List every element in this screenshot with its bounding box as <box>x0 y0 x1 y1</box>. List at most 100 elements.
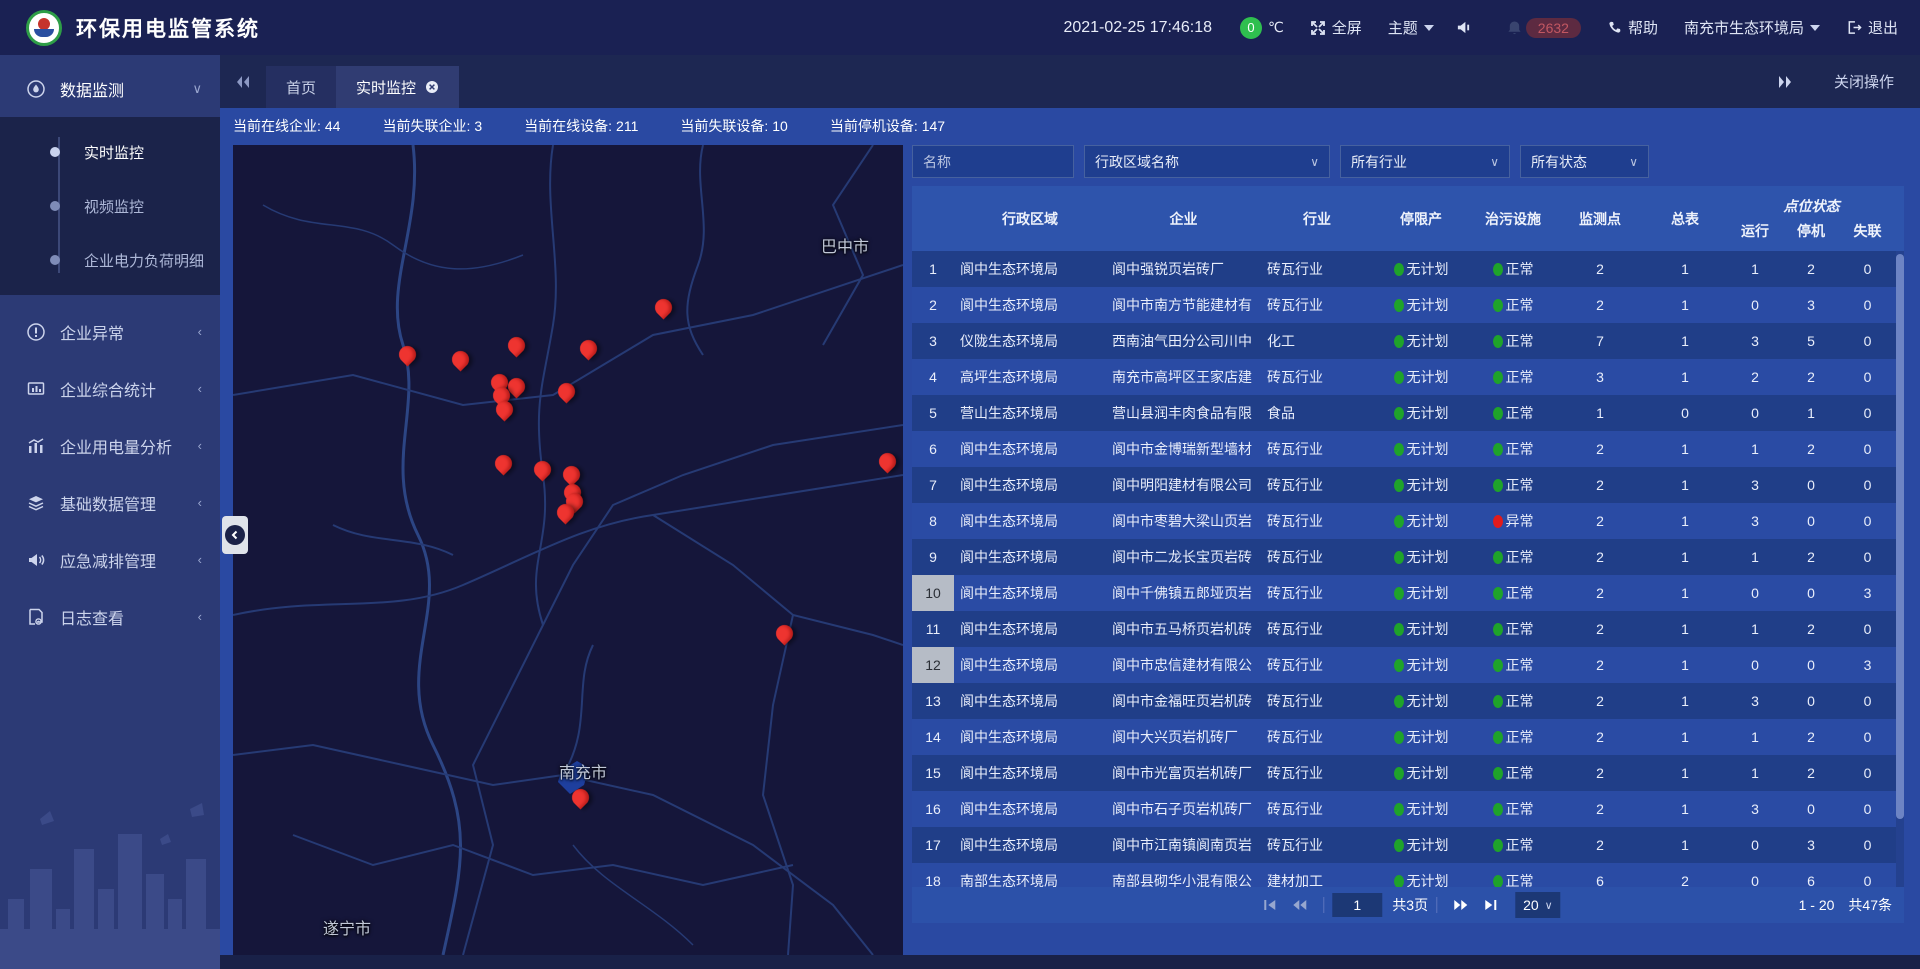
monitor-points-cell: 2 <box>1557 693 1643 709</box>
table-row[interactable]: 12阆中生态环境局阆中市忠信建材有限公砖瓦行业无计划正常21003 <box>912 647 1904 683</box>
tab-实时监控[interactable]: 实时监控 <box>336 66 459 108</box>
last-page-button[interactable] <box>1483 898 1498 912</box>
map-city-label: 遂宁市 <box>323 915 371 939</box>
help-button[interactable]: 帮助 <box>1607 17 1658 38</box>
logout-button[interactable]: 退出 <box>1846 17 1898 38</box>
table-row[interactable]: 18南部生态环境局南部县砌华小混有限公建材加工无计划正常62060 <box>912 863 1904 887</box>
industry-cell: 砖瓦行业 <box>1261 727 1373 747</box>
first-page-button[interactable] <box>1262 898 1277 912</box>
org-dropdown[interactable]: 南充市生态环境局 <box>1684 17 1820 38</box>
sidebar-item-3[interactable]: 企业用电量分析‹ <box>0 417 220 474</box>
sidebar-item-label: 日志查看 <box>60 605 124 629</box>
stopped-count-cell: 3 <box>1783 297 1839 313</box>
status-filter-select[interactable]: 所有状态 ∨ <box>1520 145 1649 178</box>
company-cell: 南充市高坪区王家店建 <box>1106 367 1261 387</box>
sidebar-item-label: 企业异常 <box>60 320 124 344</box>
tab-label: 首页 <box>286 77 316 98</box>
stopped-count-cell: 0 <box>1783 693 1839 709</box>
total-meters-cell: 1 <box>1643 441 1727 457</box>
table-row[interactable]: 10阆中生态环境局阆中千佛镇五郎垭页岩砖瓦行业无计划正常21003 <box>912 575 1904 611</box>
row-index-cell: 18 <box>912 863 954 887</box>
company-cell: 阆中强锐页岩砖厂 <box>1106 259 1261 279</box>
double-chevron-right-icon[interactable] <box>1776 74 1794 90</box>
limit-status-label: 无计划 <box>1407 403 1449 423</box>
facility-status-label: 正常 <box>1506 295 1534 315</box>
sidebar-item-4[interactable]: 基础数据管理‹ <box>0 474 220 531</box>
scrollbar-thumb[interactable] <box>1896 254 1904 819</box>
limit-status-label: 无计划 <box>1407 439 1449 459</box>
chevron-down-icon: ∨ <box>1476 155 1499 169</box>
map-panel[interactable]: 巴中市南充市遂宁市 <box>233 145 903 955</box>
running-count-cell: 1 <box>1727 261 1783 277</box>
company-cell: 阆中千佛镇五郎垭页岩 <box>1106 583 1261 603</box>
next-page-button[interactable] <box>1452 898 1469 912</box>
table-row[interactable]: 13阆中生态环境局阆中市金福旺页岩机砖砖瓦行业无计划正常21300 <box>912 683 1904 719</box>
table-row[interactable]: 6阆中生态环境局阆中市金博瑞新型墙材砖瓦行业无计划正常21120 <box>912 431 1904 467</box>
table-row[interactable]: 17阆中生态环境局阆中市江南镇阆南页岩砖瓦行业无计划正常21030 <box>912 827 1904 863</box>
first-page-icon <box>1262 898 1277 912</box>
monitor-points-cell: 2 <box>1557 585 1643 601</box>
table-row[interactable]: 7阆中生态环境局阆中明阳建材有限公司砖瓦行业无计划正常21300 <box>912 467 1904 503</box>
sound-toggle[interactable] <box>1456 20 1477 35</box>
table-row[interactable]: 14阆中生态环境局阆中大兴页岩机砖厂砖瓦行业无计划正常21120 <box>912 719 1904 755</box>
tab-首页[interactable]: 首页 <box>266 66 336 108</box>
stat-value: 3 <box>474 118 482 134</box>
table-row[interactable]: 11阆中生态环境局阆中市五马桥页岩机砖砖瓦行业无计划正常21120 <box>912 611 1904 647</box>
chevron-left-icon <box>225 525 245 545</box>
bottom-strip <box>220 955 1920 969</box>
table-row[interactable]: 15阆中生态环境局阆中市光富页岩机砖厂砖瓦行业无计划正常21120 <box>912 755 1904 791</box>
sidebar-subitem-实时监控[interactable]: 实时监控 <box>0 125 220 179</box>
stopped-count-cell: 2 <box>1783 369 1839 385</box>
sidebar-item-1[interactable]: 企业异常‹ <box>0 303 220 360</box>
limit-status-cell: 无计划 <box>1373 403 1469 423</box>
table-scrollbar[interactable] <box>1896 251 1904 887</box>
stat-item: 当前失联设备:10 <box>680 116 787 136</box>
sidebar-item-6[interactable]: 日志查看‹ <box>0 588 220 645</box>
table-row[interactable]: 9阆中生态环境局阆中市二龙长宝页岩砖砖瓦行业无计划正常21120 <box>912 539 1904 575</box>
tabs-scroll-left-button[interactable] <box>220 62 266 102</box>
sidebar-subitem-企业电力负荷明细[interactable]: 企业电力负荷明细 <box>0 233 220 287</box>
table-row[interactable]: 5营山生态环境局营山县润丰肉食品有限食品无计划正常10010 <box>912 395 1904 431</box>
sidebar-item-2[interactable]: 企业综合统计‹ <box>0 360 220 417</box>
table-row[interactable]: 8阆中生态环境局阆中市枣碧大梁山页岩砖瓦行业无计划异常21300 <box>912 503 1904 539</box>
fullscreen-button[interactable]: 全屏 <box>1310 17 1362 38</box>
sidebar-item-5[interactable]: 应急减排管理‹ <box>0 531 220 588</box>
table-row[interactable]: 4高坪生态环境局南充市高坪区王家店建砖瓦行业无计划正常31220 <box>912 359 1904 395</box>
page-size-select[interactable]: 20 ∨ <box>1515 892 1561 918</box>
total-pages-label: 共3页 <box>1392 895 1428 915</box>
tab-close-icon[interactable] <box>425 80 439 94</box>
total-meters-cell: 1 <box>1643 333 1727 349</box>
table-row[interactable]: 2阆中生态环境局阆中市南方节能建材有砖瓦行业无计划正常21030 <box>912 287 1904 323</box>
industry-filter-select[interactable]: 所有行业 ∨ <box>1340 145 1510 178</box>
lost-count-cell: 0 <box>1839 333 1896 349</box>
theme-dropdown[interactable]: 主题 <box>1388 17 1434 38</box>
industry-cell: 砖瓦行业 <box>1261 259 1373 279</box>
stat-label: 当前在线企业: <box>233 118 321 134</box>
facility-status-label: 正常 <box>1506 871 1534 887</box>
page-number-input[interactable]: 1 <box>1332 893 1382 917</box>
status-dot-icon <box>1394 299 1404 312</box>
lost-count-cell: 0 <box>1839 837 1896 853</box>
facility-status-label: 正常 <box>1506 727 1534 747</box>
limit-status-cell: 无计划 <box>1373 763 1469 783</box>
sidebar-item-0[interactable]: 数据监测∨ <box>0 61 220 117</box>
sidebar-subitem-视频监控[interactable]: 视频监控 <box>0 179 220 233</box>
next-page-icon <box>1452 898 1469 912</box>
company-cell: 南部县砌华小混有限公 <box>1106 871 1261 887</box>
status-dot-icon <box>1493 515 1503 528</box>
bell-icon <box>1507 20 1522 36</box>
status-dot-icon <box>1493 875 1503 888</box>
total-meters-cell: 1 <box>1643 513 1727 529</box>
table-row[interactable]: 3仪陇生态环境局西南油气田分公司川中化工无计划正常71350 <box>912 323 1904 359</box>
table-row[interactable]: 1阆中生态环境局阆中强锐页岩砖厂砖瓦行业无计划正常21120 <box>912 251 1904 287</box>
bureau-cell: 阆中生态环境局 <box>954 295 1106 315</box>
table-row[interactable]: 16阆中生态环境局阆中市石子页岩机砖厂砖瓦行业无计划正常21300 <box>912 791 1904 827</box>
status-dot-icon <box>1493 263 1503 276</box>
previous-page-button[interactable] <box>1291 898 1308 912</box>
region-filter-select[interactable]: 行政区域名称 ∨ <box>1084 145 1330 178</box>
name-filter-input[interactable] <box>912 145 1074 178</box>
row-index-cell: 11 <box>912 611 954 647</box>
close-operations-button[interactable]: 关闭操作 <box>1834 71 1894 92</box>
panel-collapse-toggle[interactable] <box>222 516 248 554</box>
notification-area[interactable]: 2632 <box>1507 18 1581 38</box>
